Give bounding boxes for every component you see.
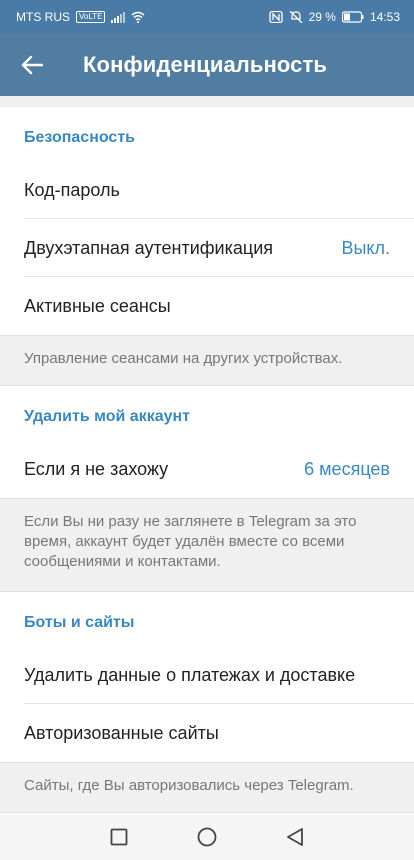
- security-hint: Управление сеансами на других устройства…: [0, 335, 414, 386]
- back-nav-button[interactable]: [251, 814, 339, 860]
- nfc-icon: [268, 10, 283, 23]
- app-bar: Конфиденциальность: [0, 33, 414, 96]
- carrier-label: MTS RUS: [16, 9, 70, 24]
- two-step-row[interactable]: Двухэтапная аутентификация Выкл.: [0, 219, 414, 277]
- delete-account-hint: Если Вы ни разу не заглянете в Telegram …: [0, 498, 414, 592]
- battery-percent: 29 %: [308, 9, 336, 24]
- if-away-value: 6 месяцев: [304, 458, 390, 479]
- clear-payment-label: Удалить данные о платежах и доставке: [24, 664, 356, 685]
- active-sessions-label: Активные сеансы: [24, 295, 171, 316]
- arrow-left-icon: [21, 55, 43, 74]
- if-away-label: Если я не захожу: [24, 458, 169, 479]
- section-header-delete-account: Удалить мой аккаунт: [24, 408, 191, 425]
- section-header-bots: Боты и сайты: [24, 614, 135, 631]
- authorized-sites-label: Авторизованные сайты: [24, 722, 219, 743]
- square-icon: [110, 828, 128, 846]
- system-nav-bar: [0, 814, 414, 860]
- recents-button[interactable]: [75, 814, 163, 860]
- battery-icon: [341, 10, 364, 23]
- authorized-sites-row[interactable]: Авторизованные сайты: [0, 704, 414, 762]
- home-button[interactable]: [163, 814, 251, 860]
- wifi-icon: [131, 11, 145, 23]
- security-section: Безопасность Код-пароль Двухэтапная ауте…: [0, 107, 414, 335]
- bots-section: Боты и сайты Удалить данные о платежах и…: [0, 592, 414, 762]
- status-bar: MTS RUS VoLTE 29 % 14:53: [0, 0, 414, 33]
- mute-icon: [289, 10, 303, 23]
- page-title: Конфиденциальность: [83, 51, 327, 77]
- bots-hint: Сайты, где Вы авторизовались через Teleg…: [0, 762, 414, 813]
- section-header-security: Безопасность: [24, 129, 135, 146]
- back-button[interactable]: [0, 33, 64, 96]
- clear-payment-row[interactable]: Удалить данные о платежах и доставке: [0, 646, 414, 704]
- spacer: [0, 96, 414, 107]
- clock: 14:53: [369, 9, 400, 24]
- if-away-row[interactable]: Если я не захожу 6 месяцев: [0, 440, 414, 498]
- two-step-label: Двухэтапная аутентификация: [24, 237, 274, 258]
- delete-account-section: Удалить мой аккаунт Если я не захожу 6 м…: [0, 386, 414, 498]
- triangle-back-icon: [287, 828, 303, 846]
- volte-badge: VoLTE: [76, 10, 106, 23]
- settings-list[interactable]: Безопасность Код-пароль Двухэтапная ауте…: [0, 96, 414, 814]
- signal-icon: [111, 11, 126, 23]
- passcode-row[interactable]: Код-пароль: [0, 161, 414, 219]
- passcode-label: Код-пароль: [24, 179, 120, 200]
- circle-icon: [197, 827, 217, 847]
- active-sessions-row[interactable]: Активные сеансы: [0, 277, 414, 335]
- two-step-value: Выкл.: [341, 237, 390, 258]
